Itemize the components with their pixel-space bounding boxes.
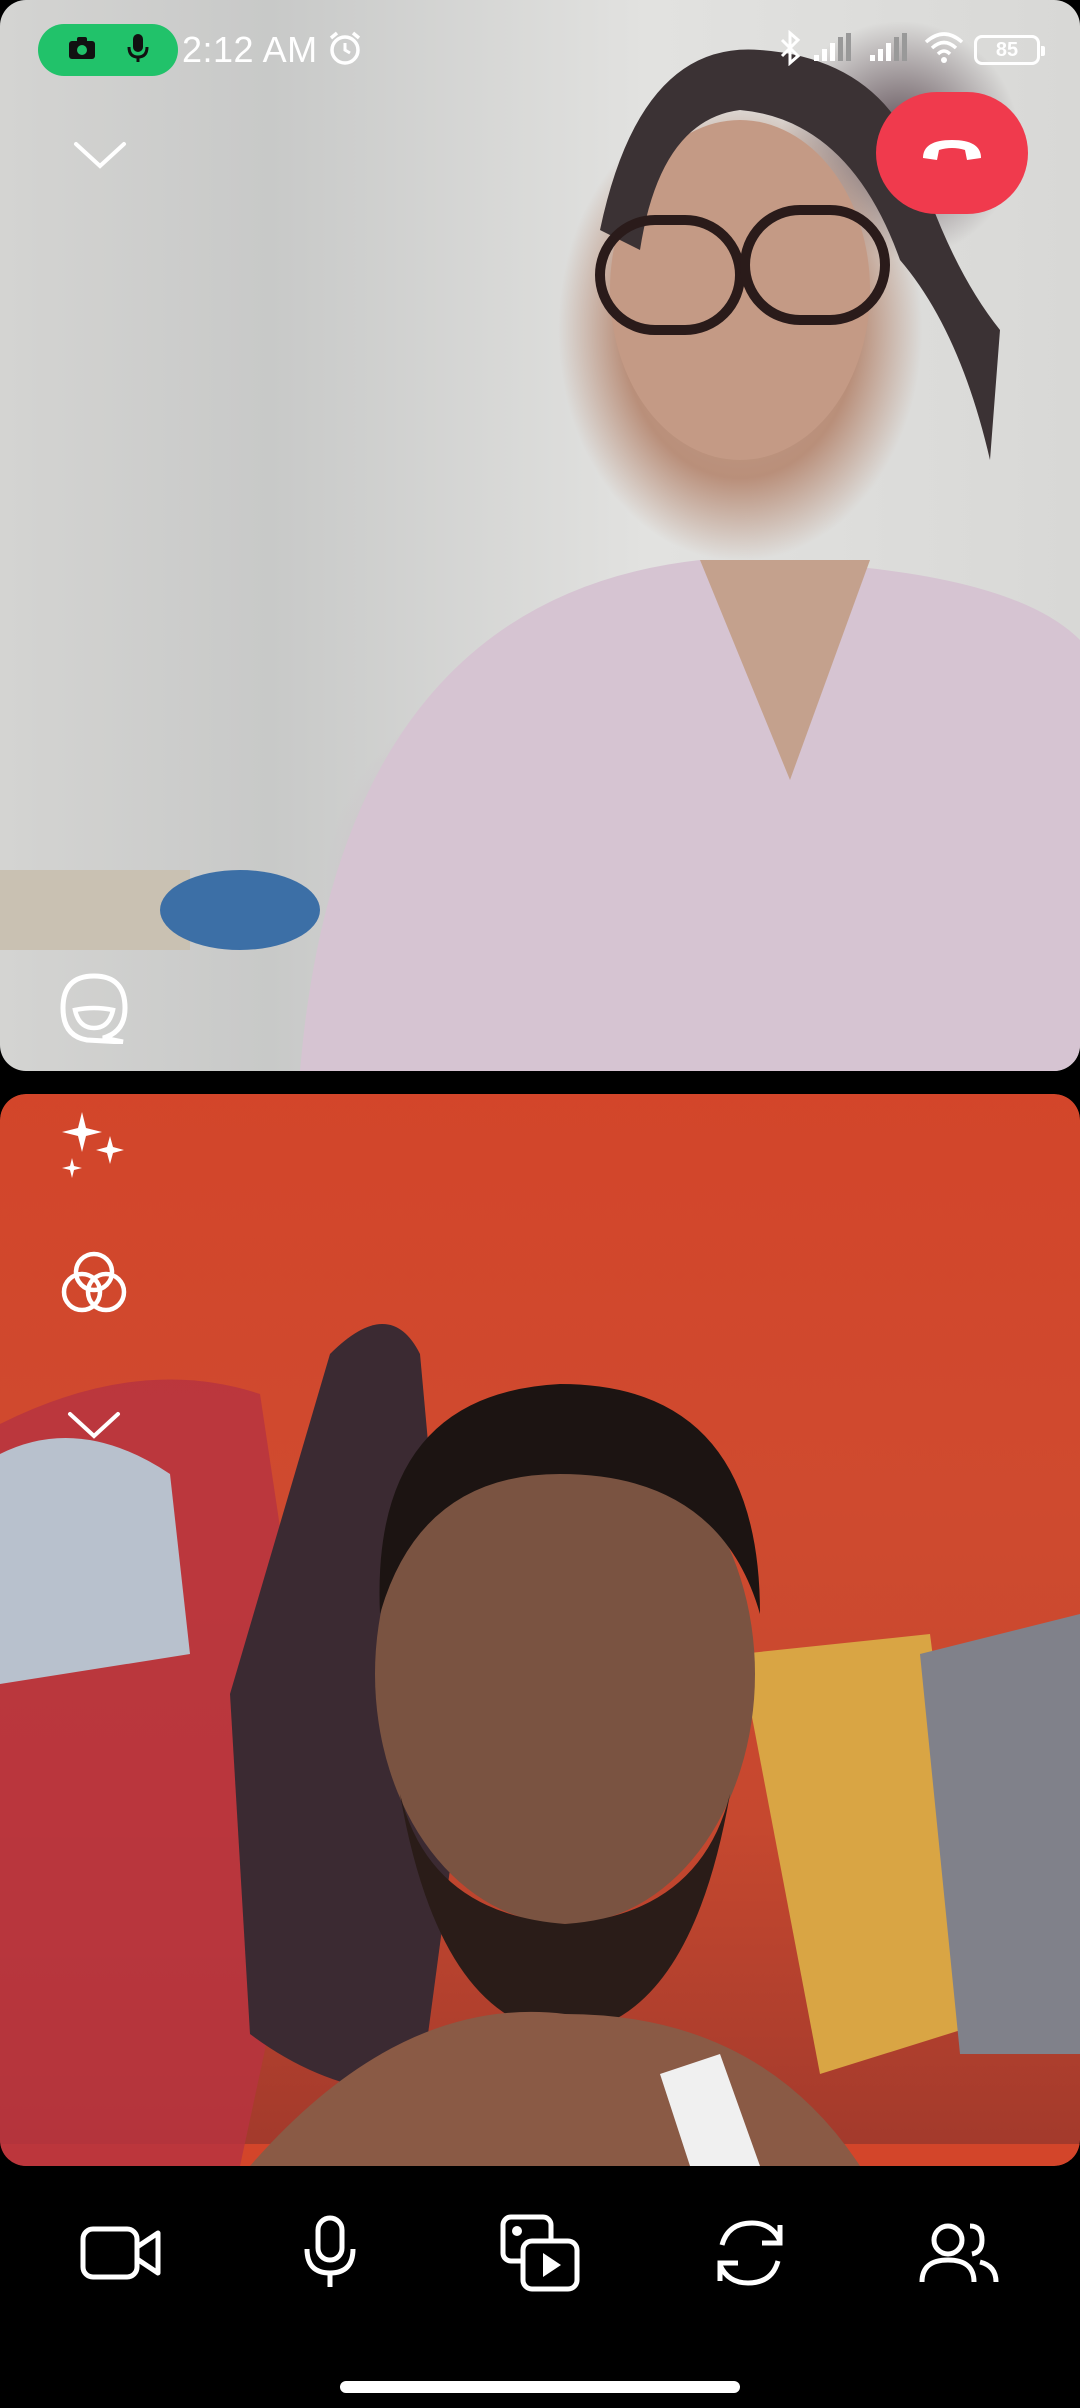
video-toggle-button[interactable] [66, 2200, 176, 2310]
switch-camera-button[interactable] [695, 2200, 805, 2310]
camera-icon [67, 35, 97, 66]
more-chevron-icon[interactable] [58, 1398, 130, 1450]
video-camera-icon [80, 2223, 162, 2288]
status-icons: 85 [778, 29, 1045, 71]
self-video[interactable] [0, 1094, 1080, 2166]
participants-button[interactable] [904, 2200, 1014, 2310]
recording-indicator [38, 24, 178, 76]
end-call-button[interactable] [876, 92, 1028, 214]
media-share-icon [499, 2213, 581, 2298]
home-indicator[interactable] [340, 2381, 740, 2393]
status-time: 2:12 AM [182, 29, 318, 70]
call-control-bar [0, 2200, 1080, 2310]
battery-level: 85 [995, 38, 1019, 61]
microphone-icon [127, 33, 149, 68]
signal-icon [812, 32, 858, 68]
self-video-scene [0, 1324, 1080, 2166]
microphone-icon [302, 2215, 358, 2296]
end-call-icon [917, 134, 987, 173]
lens-face-icon[interactable] [52, 966, 136, 1050]
status-bar: 2:12 AM 85 [38, 22, 1045, 78]
video-call-screen: 2:12 AM 85 [0, 0, 1080, 2408]
switch-camera-icon [710, 2215, 790, 2296]
sparkles-effects-icon[interactable] [54, 1106, 134, 1186]
bluetooth-icon [778, 29, 802, 71]
signal-icon [868, 32, 914, 68]
alarm-icon [326, 29, 364, 72]
filters-circles-icon[interactable] [54, 1244, 134, 1324]
share-media-button[interactable] [485, 2200, 595, 2310]
mute-button[interactable] [275, 2200, 385, 2310]
wifi-icon [924, 31, 964, 69]
participants-icon [918, 2218, 1000, 2293]
battery-indicator: 85 [974, 35, 1045, 65]
collapse-chevron-icon[interactable] [64, 124, 136, 184]
